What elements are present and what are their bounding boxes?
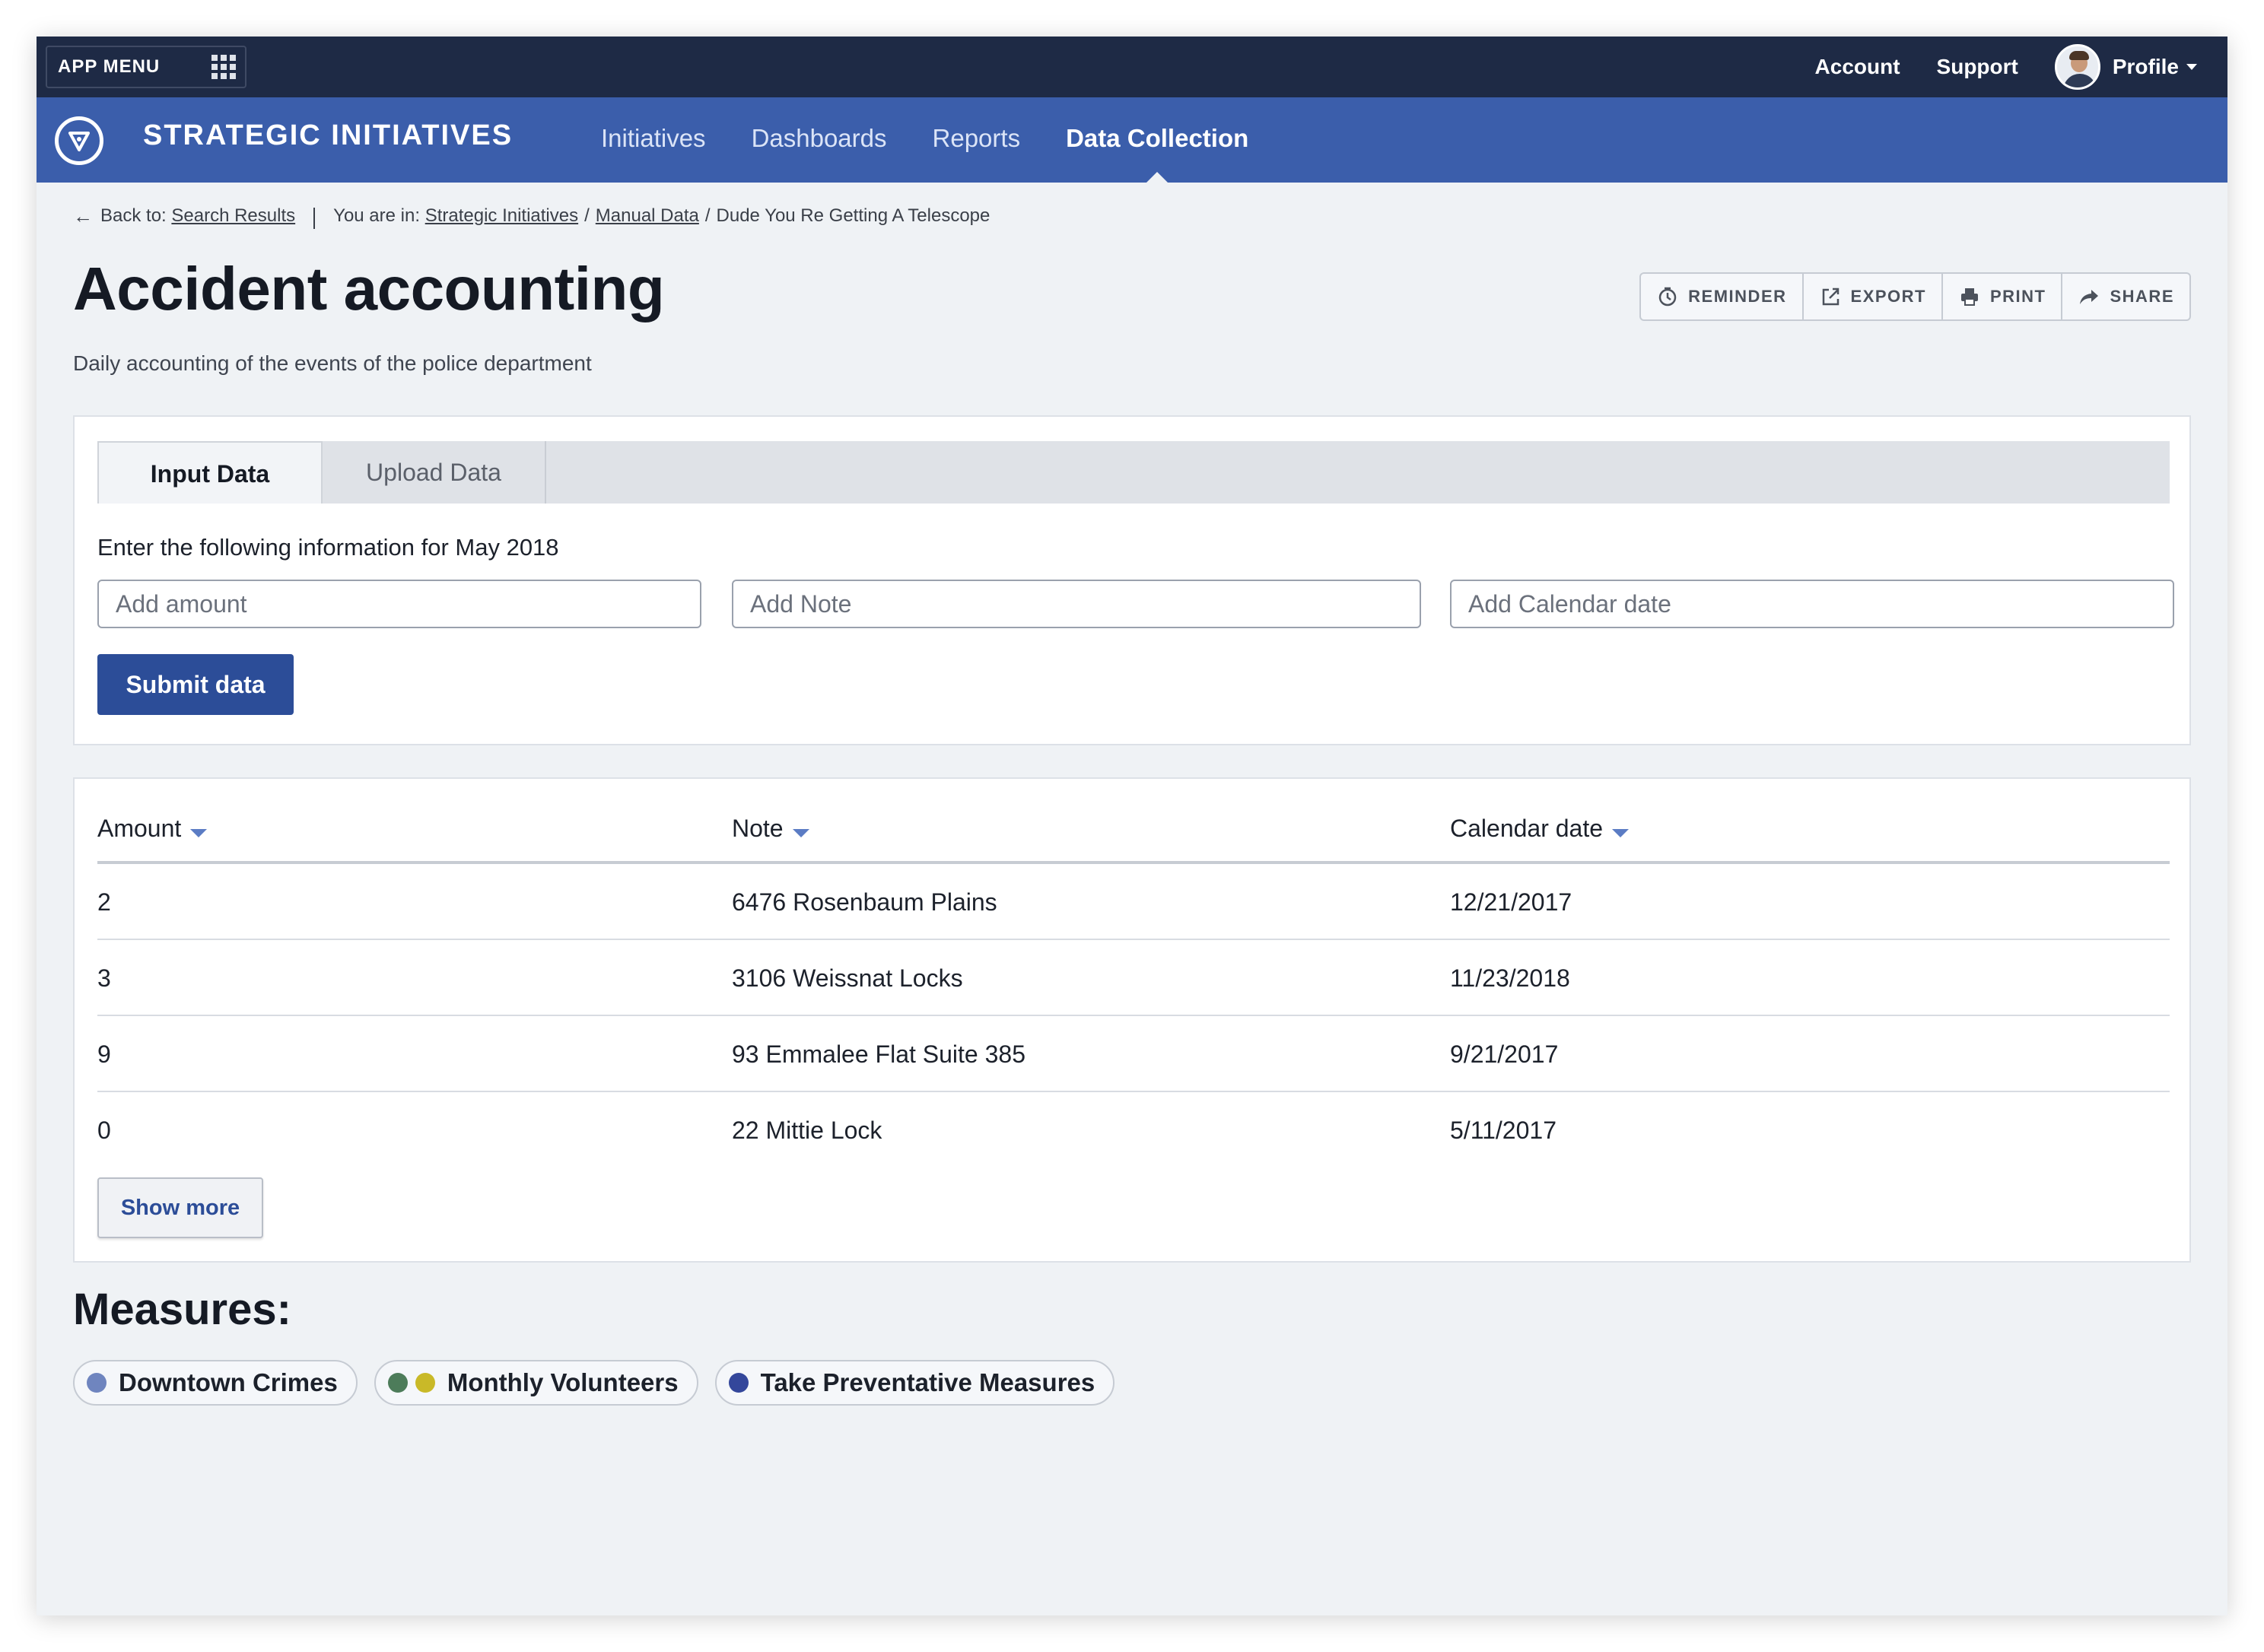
sort-caret-icon [190, 829, 208, 838]
breadcrumb-link-strategic-initiatives[interactable]: Strategic Initiatives [425, 205, 578, 227]
sort-caret-icon [792, 829, 809, 838]
app-menu-label: APP MENU [58, 56, 161, 77]
nav-item-dashboards[interactable]: Dashboards [752, 97, 887, 183]
amount-input[interactable] [97, 580, 701, 628]
cell-amount: 0 [97, 1117, 111, 1144]
share-button[interactable]: SHARE [2062, 274, 2189, 319]
sort-caret-icon [1612, 829, 1630, 838]
calendar-date-input[interactable] [1450, 580, 2174, 628]
brand-logo-icon[interactable] [55, 116, 103, 165]
table-row: 3 3106 Weissnat Locks 11/23/2018 [97, 940, 2170, 1016]
page-subtitle: Daily accounting of the events of the po… [73, 351, 592, 375]
back-arrow-icon[interactable]: ← [73, 205, 93, 228]
table-row: 0 22 Mittie Lock 5/11/2017 [97, 1092, 2170, 1168]
note-input[interactable] [732, 580, 1421, 628]
grid-icon [211, 55, 236, 79]
location-prefix: You are in: [333, 205, 421, 226]
measure-dot [728, 1373, 749, 1393]
column-header-label: Note [732, 815, 784, 842]
table-row: 2 6476 Rosenbaum Plains 12/21/2017 [97, 864, 2170, 940]
tab-upload-data[interactable]: Upload Data [323, 441, 546, 504]
measure-chip-label: Downtown Crimes [119, 1368, 338, 1396]
brand-name[interactable]: STRATEGIC INITIATIVES [143, 97, 513, 173]
column-header-label: Calendar date [1450, 815, 1604, 842]
cell-date: 5/11/2017 [1450, 1117, 1556, 1144]
reminder-label: REMINDER [1688, 287, 1787, 306]
table-row: 9 93 Emmalee Flat Suite 385 9/21/2017 [97, 1016, 2170, 1092]
breadcrumb-divider [313, 208, 316, 229]
cell-amount: 9 [97, 1040, 111, 1068]
profile-label: Profile [2112, 55, 2179, 78]
input-tabs: Input Data Upload Data [97, 441, 2170, 504]
back-prefix: Back to: [100, 205, 167, 226]
column-header-label: Amount [97, 815, 182, 842]
app-menu-button[interactable]: APP MENU [46, 46, 246, 88]
cell-date: 11/23/2018 [1450, 964, 1570, 992]
cell-note: 93 Emmalee Flat Suite 385 [732, 1040, 1025, 1068]
clock-icon [1658, 287, 1677, 307]
cell-note: 22 Mittie Lock [732, 1117, 882, 1144]
main-navbar: STRATEGIC INITIATIVES Initiatives Dashbo… [37, 97, 2227, 183]
breadcrumb-link-manual-data[interactable]: Manual Data [596, 205, 699, 227]
measure-dot [387, 1373, 408, 1393]
measure-chip-label: Monthly Volunteers [447, 1368, 679, 1396]
measure-chip-monthly-volunteers[interactable]: Monthly Volunteers [374, 1360, 698, 1406]
measure-chip-downtown-crimes[interactable]: Downtown Crimes [73, 1360, 358, 1406]
measure-dot [87, 1373, 107, 1393]
nav-item-initiatives[interactable]: Initiatives [601, 97, 706, 183]
show-more-button[interactable]: Show more [97, 1177, 263, 1238]
data-table-card: Amount Note Calendar date 2 6476 Rosenba… [73, 777, 2191, 1263]
form-prompt: Enter the following information for May … [97, 534, 559, 561]
nav-item-reports[interactable]: Reports [933, 97, 1021, 183]
print-label: PRINT [1989, 287, 2046, 306]
page-title: Accident accounting [73, 255, 665, 322]
avatar [2054, 44, 2100, 90]
column-header-amount[interactable]: Amount [97, 809, 208, 847]
export-label: EXPORT [1850, 287, 1926, 306]
cell-date: 9/21/2017 [1450, 1040, 1559, 1068]
nav-items: Initiatives Dashboards Reports Data Coll… [601, 97, 1248, 183]
measure-dot [415, 1373, 435, 1393]
top-utility-bar: APP MENU Account Support Profile [37, 37, 2227, 97]
column-header-calendar-date[interactable]: Calendar date [1450, 809, 1630, 847]
printer-icon [1960, 288, 1978, 306]
measure-chip-label: Take Preventative Measures [760, 1368, 1095, 1396]
cell-amount: 3 [97, 964, 111, 992]
reminder-button[interactable]: REMINDER [1641, 274, 1804, 319]
tab-input-data[interactable]: Input Data [97, 441, 323, 504]
breadcrumb-current: Dude You Re Getting A Telescope [716, 205, 990, 226]
support-link[interactable]: Support [1937, 55, 2018, 79]
share-label: SHARE [2110, 287, 2174, 306]
profile-menu[interactable]: Profile [2054, 44, 2197, 90]
measure-chip-take-preventative-measures[interactable]: Take Preventative Measures [714, 1360, 1115, 1406]
account-link[interactable]: Account [1815, 55, 1900, 79]
submit-data-button[interactable]: Submit data [97, 654, 294, 715]
cell-date: 12/21/2017 [1450, 888, 1572, 916]
breadcrumb: ← Back to: Search Results You are in: St… [73, 201, 990, 231]
cell-note: 6476 Rosenbaum Plains [732, 888, 997, 916]
print-button[interactable]: PRINT [1943, 274, 2063, 319]
back-link[interactable]: Search Results [171, 205, 295, 227]
measures-chips: Downtown Crimes Monthly Volunteers Take … [73, 1360, 1115, 1406]
nav-item-data-collection[interactable]: Data Collection [1066, 97, 1248, 183]
cell-note: 3106 Weissnat Locks [732, 964, 963, 992]
top-right-links: Account Support Profile [1815, 37, 2197, 97]
measures-title: Measures: [73, 1285, 291, 1334]
external-link-icon [1822, 288, 1839, 306]
cell-amount: 2 [97, 888, 111, 916]
export-button[interactable]: EXPORT [1804, 274, 1943, 319]
share-arrow-icon [2080, 290, 2099, 304]
column-header-note[interactable]: Note [732, 809, 809, 847]
app-window: APP MENU Account Support Profile STRATEG… [37, 37, 2227, 1615]
page-actions: REMINDER EXPORT PRINT SHARE [1639, 272, 2191, 321]
chevron-down-icon [2186, 64, 2197, 70]
data-input-card: Input Data Upload Data Enter the followi… [73, 415, 2191, 745]
